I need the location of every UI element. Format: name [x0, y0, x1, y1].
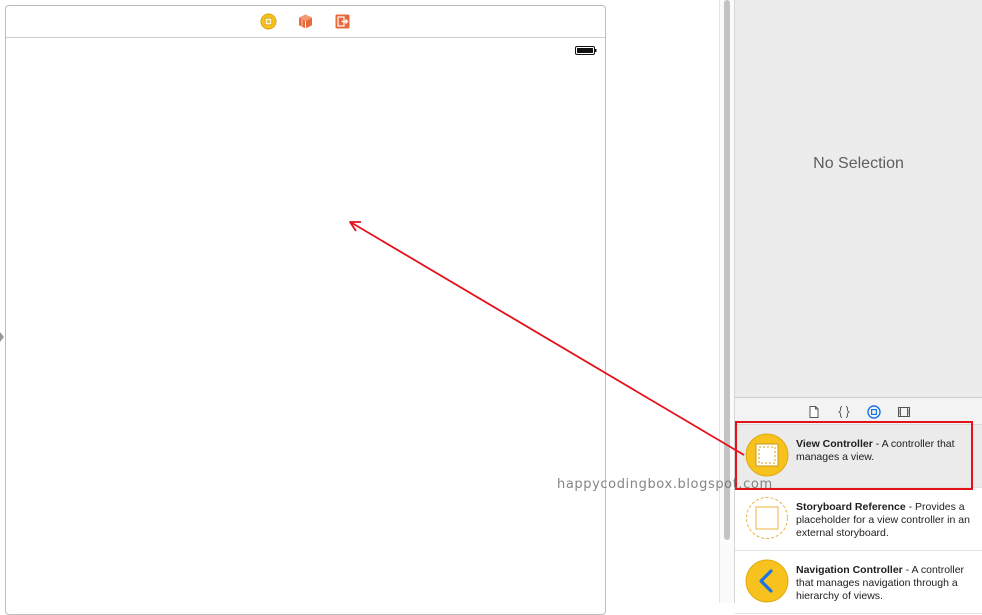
view-controller-scene[interactable] [5, 5, 606, 615]
scene-dock [6, 6, 605, 38]
root-view[interactable] [6, 56, 605, 614]
library-item-storyboard-reference[interactable]: Storyboard Reference - Provides a placeh… [735, 488, 982, 551]
canvas-collapse-handle[interactable] [0, 332, 4, 342]
inspector-pane: No Selection [735, 0, 982, 397]
library-item-title: Navigation Controller [796, 564, 903, 576]
view-controller-icon[interactable] [260, 13, 277, 30]
first-responder-icon[interactable] [297, 13, 314, 30]
utilities-panel: No Selection View Controller - A control… [734, 0, 982, 614]
library-item-text: View Controller - A controller that mana… [796, 433, 976, 464]
library-item-view-controller[interactable]: View Controller - A controller that mana… [735, 425, 982, 488]
object-library-icon[interactable] [866, 404, 881, 419]
library-item-text: Navigation Controller - A controller tha… [796, 559, 976, 603]
object-library-list[interactable]: View Controller - A controller that mana… [735, 424, 982, 614]
library-item-navigation-controller[interactable]: Navigation Controller - A controller tha… [735, 551, 982, 614]
storyboard-reference-icon [745, 496, 789, 540]
navigation-controller-icon [745, 559, 789, 603]
battery-icon [575, 42, 597, 55]
storyboard-canvas[interactable] [0, 0, 719, 615]
library-item-text: Storyboard Reference - Provides a placeh… [796, 496, 976, 540]
library-tab-bar [735, 397, 982, 425]
media-library-icon[interactable] [897, 405, 911, 419]
code-snippet-library-icon[interactable] [837, 405, 851, 419]
no-selection-label: No Selection [813, 154, 904, 172]
library-item-title: Storyboard Reference [796, 501, 906, 513]
scrollbar-thumb[interactable] [724, 0, 730, 540]
status-bar [6, 38, 605, 56]
library-item-title: View Controller [796, 438, 873, 450]
exit-icon[interactable] [334, 13, 351, 30]
view-controller-icon [745, 433, 789, 477]
file-template-library-icon[interactable] [807, 405, 821, 419]
canvas-scrollbar[interactable] [719, 0, 734, 603]
